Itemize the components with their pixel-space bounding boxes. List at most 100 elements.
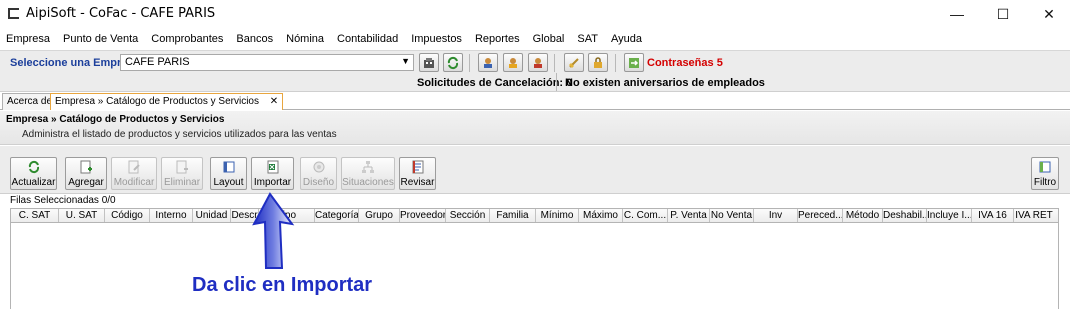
button-label: Modificar [113,177,155,188]
refresh-company-button[interactable] [443,53,463,72]
users-button[interactable] [478,53,498,72]
review-icon [412,160,423,174]
tab-acerca-de[interactable]: Acerca de [2,93,58,110]
window-title: AipiSoft - CoFac - CAFE PARIS [26,6,216,21]
tab-close-icon[interactable]: ✕ [270,96,278,107]
company-bar: Seleccione una Empresa CAFE PARIS ▼ Cont… [0,50,1070,92]
refresh-icon [28,160,39,174]
menu-nomina[interactable]: Nómina [286,33,324,45]
toolbar-separator [615,54,616,72]
refresh-icon [447,56,459,69]
filtro-button[interactable]: Filtro [1031,157,1059,190]
tab-catalogo-productos[interactable]: Empresa » Catálogo de Productos y Servic… [50,93,284,110]
column-header[interactable]: P. Venta [668,209,710,222]
edit-icon [128,160,140,174]
button-label: Diseño [302,177,335,188]
grid-body[interactable] [10,223,1059,309]
eliminar-button[interactable]: Eliminar [161,157,203,190]
button-label: Filtro [1033,177,1057,188]
status-separator [556,73,557,91]
company-select[interactable]: CAFE PARIS ▼ [120,54,414,71]
maximize-button[interactable]: ☐ [980,0,1026,28]
agregar-button[interactable]: Agregar [65,157,107,190]
menu-global[interactable]: Global [533,33,565,45]
tab-strip: Acerca de Empresa » Catálogo de Producto… [0,92,1070,110]
column-header[interactable]: C. Com... [623,209,668,222]
column-header[interactable]: Familia [490,209,536,222]
column-header[interactable]: U. SAT [59,209,105,222]
button-label: Situaciones [342,177,394,188]
broom-button[interactable] [564,53,584,72]
app-logo-icon [8,8,19,19]
export-button[interactable] [624,53,644,72]
delete-icon [176,160,188,174]
button-label: Layout [213,177,244,188]
column-header[interactable]: Categoría [315,209,359,222]
column-header[interactable]: Mínimo [536,209,579,222]
menu-impuestos[interactable]: Impuestos [411,33,462,45]
column-header[interactable]: C. SAT [11,209,59,222]
button-label: Eliminar [163,177,201,188]
column-header[interactable]: Deshabil... [883,209,927,222]
menu-empresa[interactable]: Empresa [6,33,50,45]
section-header: Empresa » Catálogo de Productos y Servic… [0,111,1070,145]
menu-punto-de-venta[interactable]: Punto de Venta [63,33,138,45]
actualizar-button[interactable]: Actualizar [10,157,57,190]
column-header[interactable]: IVA RET [1014,209,1054,222]
button-label: Actualizar [11,177,56,188]
column-header[interactable]: IVA 16 [972,209,1014,222]
situations-icon [362,161,374,173]
title-bar: AipiSoft - CoFac - CAFE PARIS — ☐ ✕ [0,0,1070,28]
building-icon [424,57,434,68]
building-button[interactable] [419,53,439,72]
passwords-link[interactable]: Contraseñas 5 [647,57,723,69]
user-settings-button[interactable] [528,53,548,72]
column-header[interactable]: Inv [754,209,798,222]
user-edit-button[interactable] [503,53,523,72]
menu-reportes[interactable]: Reportes [475,33,520,45]
importar-button[interactable]: Importar [251,157,294,190]
column-header[interactable]: Incluye I... [927,209,972,222]
toolbar-separator [469,54,470,72]
cancel-requests-status: Solicitudes de Cancelación: 0 [417,77,573,89]
tab-label: Acerca de [7,96,53,107]
menu-bancos[interactable]: Bancos [236,33,273,45]
section-title: Empresa » Catálogo de Productos y Servic… [6,114,225,125]
column-header[interactable]: Sección [446,209,490,222]
design-icon [313,161,324,173]
situaciones-button[interactable]: Situaciones [341,157,395,190]
menu-sat[interactable]: SAT [577,33,598,45]
column-header[interactable]: Pereced... [798,209,843,222]
toolbar-separator [554,54,555,72]
company-select-value: CAFE PARIS [125,56,190,68]
layout-icon [223,161,234,173]
menu-contabilidad[interactable]: Contabilidad [337,33,398,45]
lock-button[interactable] [588,53,608,72]
diseno-button[interactable]: Diseño [300,157,337,190]
menu-ayuda[interactable]: Ayuda [611,33,642,45]
modificar-button[interactable]: Modificar [111,157,157,190]
menu-comprobantes[interactable]: Comprobantes [151,33,223,45]
layout-button[interactable]: Layout [210,157,247,190]
grid-header: C. SAT U. SAT Código Interno Unidad Desc… [10,208,1059,223]
dropdown-arrow-icon[interactable]: ▼ [401,56,410,66]
column-header[interactable]: Grupo [359,209,400,222]
minimize-button[interactable]: — [934,0,980,28]
annotation-text: Da clic en Importar [192,274,373,296]
column-header[interactable]: Código [105,209,150,222]
column-header[interactable]: Unidad [193,209,231,222]
user-settings-icon [534,57,542,68]
column-header[interactable]: No Venta [710,209,754,222]
action-toolbar: Actualizar Agregar Modificar Eliminar La… [0,146,1070,194]
revisar-button[interactable]: Revisar [399,157,436,190]
button-label: Agregar [68,177,104,188]
button-label: Revisar [400,177,435,188]
column-header[interactable]: Interno [150,209,193,222]
column-header[interactable]: Método [843,209,883,222]
broom-icon [569,57,579,68]
column-header[interactable]: Proveedor [400,209,446,222]
excel-icon [267,160,278,174]
column-header[interactable]: Máximo [579,209,623,222]
close-window-button[interactable]: ✕ [1026,0,1070,28]
add-icon [80,160,92,174]
